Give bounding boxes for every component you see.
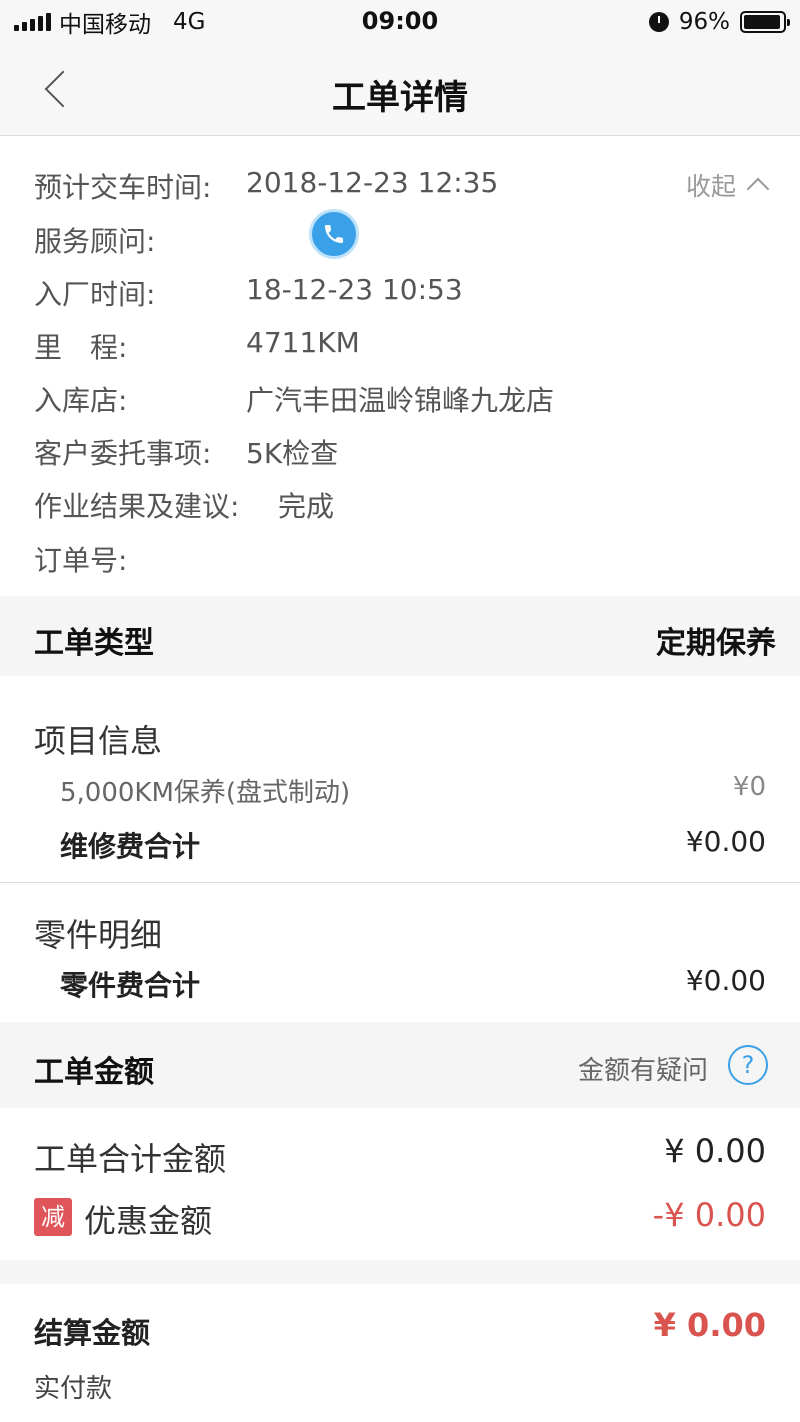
section-divider (0, 1260, 800, 1284)
parts-section: 零件明细 零件费合计 ¥0.00 (0, 884, 800, 1022)
nav-bar: 工单详情 (0, 44, 800, 136)
order-type-label: 工单类型 (34, 626, 154, 661)
value-expected-delivery: 2018-12-23 12:35 (246, 166, 499, 199)
call-advisor-button[interactable] (309, 209, 359, 259)
project-item-name: 5,000KM保养(盘式制动) (60, 778, 351, 808)
label-work-result: 作业结果及建议: (34, 490, 240, 523)
order-total-label: 工单合计金额 (34, 1140, 227, 1178)
collapse-button[interactable]: 收起 (685, 167, 770, 203)
repair-fee-value: ¥0.00 (685, 825, 766, 858)
label-customer-request: 客户委托事项: (34, 437, 212, 470)
actual-payment-label: 实付款 (34, 1374, 113, 1404)
parts-fee-value: ¥0.00 (685, 964, 766, 997)
value-customer-request: 5K检查 (246, 437, 339, 470)
status-bar: 中国移动 4G 09:00 96% (0, 0, 800, 44)
order-type-section: 工单类型 定期保养 (0, 596, 800, 676)
label-expected-delivery: 预计交车时间: (34, 171, 212, 204)
battery-percent: 96% (678, 9, 730, 35)
label-mileage: 里 程: (34, 331, 128, 364)
chevron-up-icon (746, 177, 770, 201)
discount-badge: 减 (34, 1198, 72, 1236)
repair-fee-label: 维修费合计 (60, 830, 201, 863)
order-type-value: 定期保养 (656, 626, 776, 661)
collapse-label: 收起 (685, 172, 736, 201)
project-item-price: ¥0 (732, 772, 766, 802)
value-entry-time: 18-12-23 10:53 (246, 273, 463, 306)
parts-title: 零件明细 (34, 916, 163, 954)
order-amount-label: 工单金额 (34, 1055, 154, 1090)
project-info-section: 项目信息 5,000KM保养(盘式制动) ¥0 维修费合计 ¥0.00 (0, 676, 800, 883)
parts-fee-label: 零件费合计 (60, 969, 201, 1002)
discount-value: -¥ 0.00 (652, 1196, 766, 1234)
label-store: 入库店: (34, 384, 128, 417)
settlement-value: ¥ 0.00 (653, 1306, 766, 1344)
page-title: 工单详情 (332, 78, 468, 118)
discount-label: 优惠金额 (84, 1202, 213, 1240)
label-order-number: 订单号: (34, 544, 128, 577)
alarm-icon (648, 12, 669, 32)
amount-question-link[interactable]: 金额有疑问 (578, 1050, 708, 1087)
order-info-panel: 收起 预计交车时间: 2018-12-23 12:35 服务顾问: 入厂时间: … (0, 137, 800, 595)
value-mileage: 4711KM (246, 326, 360, 359)
value-store: 广汽丰田温岭锦峰九龙店 (246, 384, 555, 417)
order-amount-section: 工单金额 金额有疑问 ? (0, 1022, 800, 1108)
value-work-result: 完成 (278, 490, 335, 523)
settlement-section: 结算金额 ¥ 0.00 实付款 (0, 1284, 800, 1422)
phone-icon (325, 225, 343, 243)
settlement-label: 结算金额 (34, 1316, 151, 1350)
label-service-advisor: 服务顾问: (34, 225, 156, 258)
project-info-title: 项目信息 (34, 722, 163, 760)
amount-detail-section: 工单合计金额 ¥ 0.00 减 优惠金额 -¥ 0.00 (0, 1108, 800, 1260)
order-total-value: ¥ 0.00 (664, 1132, 766, 1170)
help-icon[interactable]: ? (728, 1045, 768, 1085)
label-entry-time: 入厂时间: (34, 278, 156, 311)
battery-icon (740, 11, 790, 33)
